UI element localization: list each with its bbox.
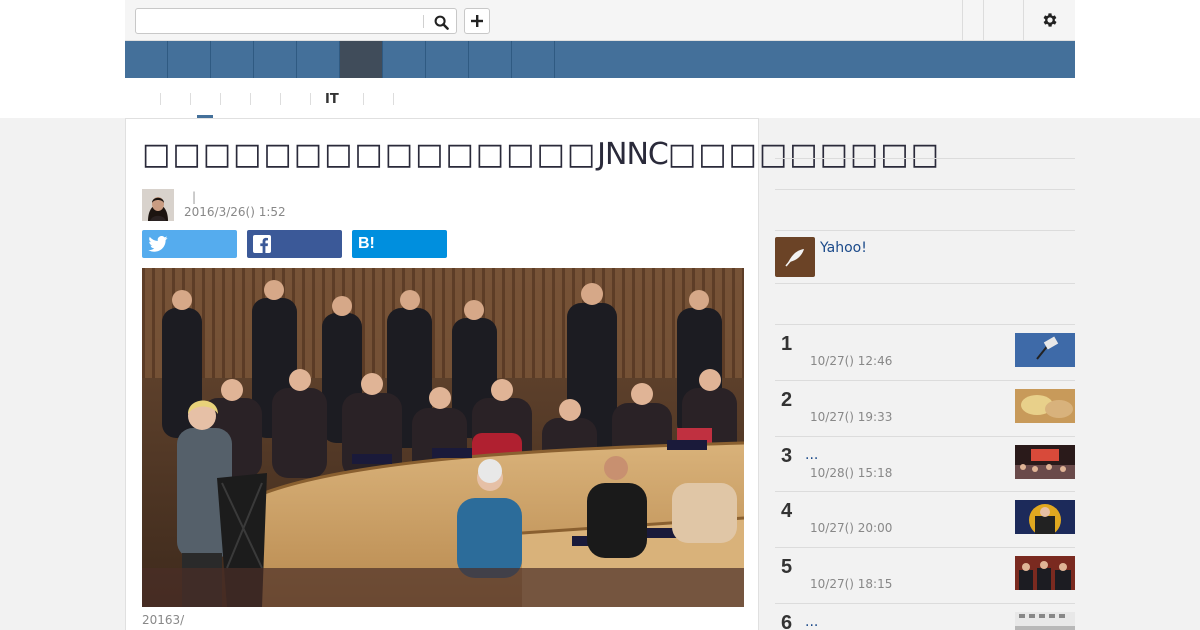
category-nav — [125, 41, 1075, 78]
rank-thumbnail[interactable] — [1015, 333, 1075, 367]
rank-thumbnail[interactable] — [1015, 556, 1075, 590]
nav-tab[interactable] — [426, 41, 469, 78]
share-facebook-button[interactable] — [247, 230, 342, 258]
search-icon — [434, 15, 449, 30]
article-date: 2016/3/26() 1:52 — [184, 205, 286, 219]
nav-tab[interactable] — [383, 41, 426, 78]
article: □□□□□□□□□□□□□□□JNNC□□□□□□□□□ | 2016/3/26… — [125, 118, 939, 630]
ranking-item[interactable]: 1 10/27() 12:46 — [775, 324, 1075, 380]
search-input[interactable] — [140, 12, 420, 30]
header-divider — [962, 0, 963, 40]
article-title: □□□□□□□□□□□□□□□JNNC□□□□□□□□□ — [142, 135, 939, 175]
nav-tab-active[interactable] — [340, 41, 383, 78]
rank-time: 10/27() 19:33 — [810, 410, 893, 424]
rank-number: 4 — [781, 500, 793, 522]
sidebar-divider — [775, 189, 1075, 190]
search-box — [135, 8, 457, 34]
rank-number: 2 — [781, 389, 793, 411]
plus-icon — [471, 15, 483, 27]
rank-number: 5 — [781, 556, 793, 578]
author-avatar[interactable] — [142, 189, 174, 221]
rank-title[interactable]: ... — [805, 447, 818, 463]
rank-thumbnail[interactable] — [1015, 612, 1075, 630]
gear-icon — [1043, 13, 1057, 27]
article-photo[interactable] — [142, 268, 744, 607]
sidebar-divider — [775, 158, 1075, 159]
header-divider — [983, 0, 984, 40]
share-twitter-button[interactable] — [142, 230, 237, 258]
yahoo-link[interactable]: Yahoo! — [820, 240, 867, 256]
facebook-icon — [253, 235, 271, 253]
rank-thumbnail[interactable] — [1015, 445, 1075, 479]
nav-tab[interactable] — [211, 41, 254, 78]
rank-number: 6 — [781, 612, 793, 630]
rank-time: 10/27() 18:15 — [810, 577, 893, 591]
search-button[interactable] — [430, 12, 452, 32]
photo-caption: 20163/ — [142, 613, 185, 627]
hatena-bookmark-icon: B! — [358, 235, 375, 252]
ranking-item[interactable]: 2 10/27() 19:33 — [775, 380, 1075, 436]
rank-thumbnail[interactable] — [1015, 389, 1075, 423]
search-divider — [423, 15, 424, 28]
share-hatena-button[interactable]: B! — [352, 230, 447, 258]
ranking-item[interactable]: 3 ... 10/28() 15:18 — [775, 436, 1075, 492]
title-glyphs: □□□□□□□□□□□□□□□ — [142, 137, 598, 172]
nav-tab[interactable] — [469, 41, 512, 78]
subnav-item-it[interactable]: IT — [325, 92, 339, 108]
yahoo-news-icon[interactable] — [775, 237, 815, 277]
sidebar-divider — [775, 230, 1075, 231]
sidebar: Yahoo! 1 10/27() 12:46 2 10/27() 19:33 3… — [775, 118, 1075, 630]
rank-time: 10/28() 15:18 — [810, 466, 893, 480]
rank-number: 3 — [781, 445, 793, 467]
ranking-item[interactable]: 4 10/27() 20:00 — [775, 491, 1075, 547]
rank-time: 10/27() 12:46 — [810, 354, 893, 368]
rank-title[interactable]: ... — [805, 614, 818, 630]
rank-number: 1 — [781, 333, 793, 355]
rank-thumbnail[interactable] — [1015, 500, 1075, 534]
quill-icon — [785, 249, 804, 267]
add-button[interactable] — [464, 8, 490, 34]
settings-button[interactable] — [1035, 9, 1065, 31]
nav-tab[interactable] — [125, 41, 168, 78]
twitter-icon — [148, 236, 168, 252]
sidebar-divider — [775, 283, 1075, 284]
nav-tab[interactable] — [254, 41, 297, 78]
ranking-item[interactable]: 5 10/27() 18:15 — [775, 547, 1075, 603]
title-text: JNNC — [597, 137, 669, 172]
ranking-item[interactable]: 6 ... — [775, 603, 1075, 630]
byline-separator: | — [192, 190, 197, 204]
sub-nav: IT — [125, 78, 1075, 118]
nav-tab[interactable] — [512, 41, 555, 78]
header-bar — [125, 0, 1075, 41]
header-divider — [1023, 0, 1024, 40]
nav-tab[interactable] — [168, 41, 211, 78]
nav-tab[interactable] — [297, 41, 340, 78]
rank-time: 10/27() 20:00 — [810, 521, 893, 535]
